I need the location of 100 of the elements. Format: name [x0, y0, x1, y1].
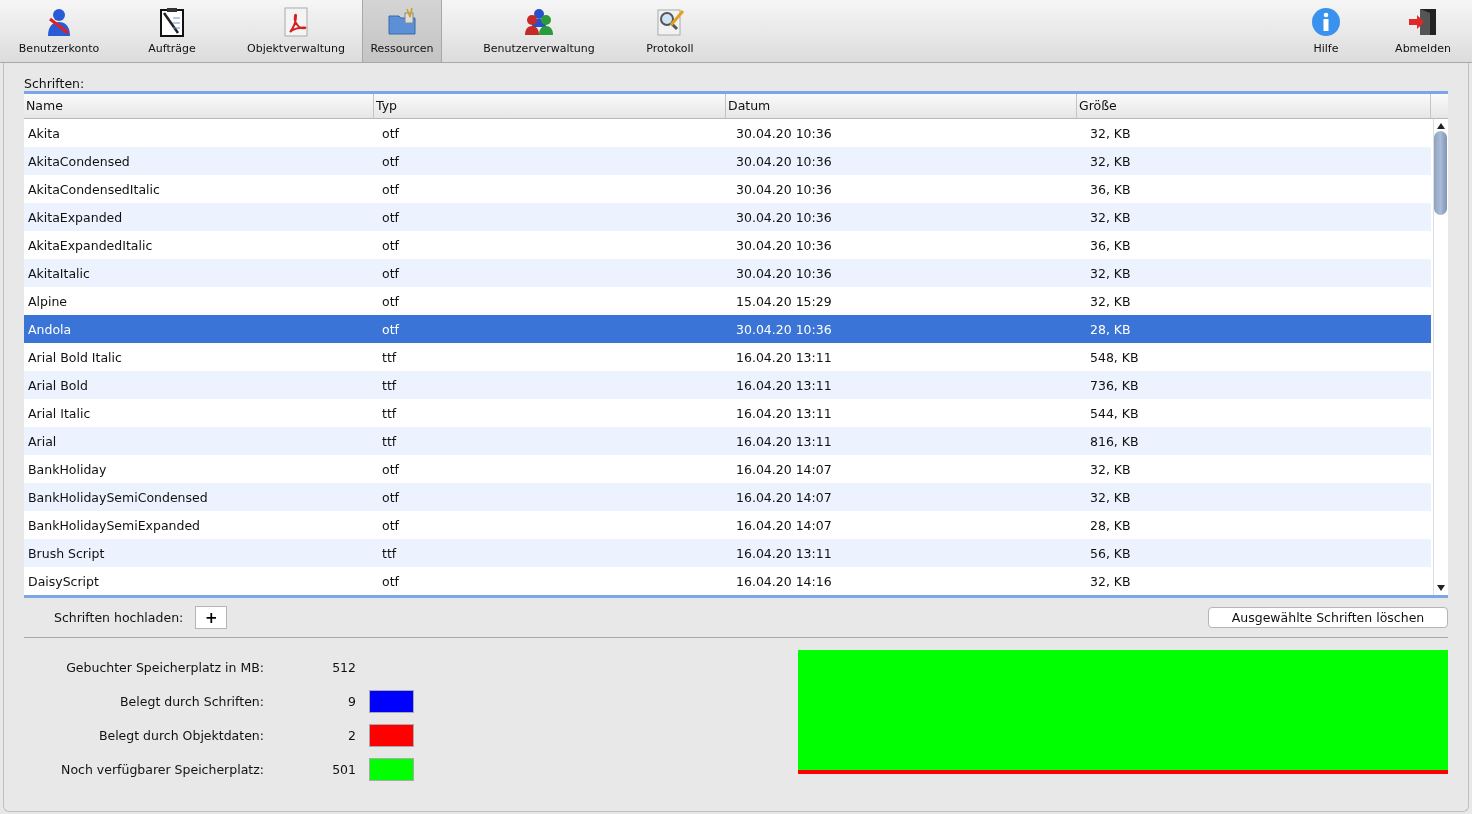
table-cell-text: BankHolidaySemiCondensed	[27, 489, 209, 505]
table-cell-text: 32, KB	[1089, 293, 1132, 309]
table-row[interactable]: BankHolidaySemiCondensed otf 16.04.20 14:07 32, KB	[24, 483, 1431, 511]
table-cell-text: 15.04.20 15:29	[735, 293, 833, 309]
table-cell-text: 32, KB	[1089, 125, 1132, 141]
table-cell-text: 30.04.20 10:36	[735, 125, 833, 141]
storage-label: Noch verfügbarer Speicherplatz:	[60, 761, 264, 777]
table-cell-text: 736, KB	[1089, 377, 1140, 393]
storage-value: 9	[347, 693, 356, 709]
storage-label: Gebuchter Speicherplatz in MB:	[65, 659, 264, 675]
table-cell-text: ttf	[381, 545, 398, 561]
scroll-thumb[interactable]	[1434, 131, 1447, 215]
table-cell-text: 16.04.20 13:11	[735, 349, 833, 365]
table-cell-text: 816, KB	[1089, 433, 1140, 449]
column-header[interactable]: Typ	[374, 94, 726, 118]
scrollbar[interactable]	[1433, 119, 1447, 595]
section-title: Schriften:	[24, 77, 86, 91]
table-cell-text: otf	[381, 153, 400, 169]
table-cell-text: 16.04.20 13:11	[735, 433, 833, 449]
scroll-up-icon[interactable]	[1436, 123, 1445, 129]
table-cell-text: 548, KB	[1089, 349, 1140, 365]
table-cell-text: ttf	[381, 377, 398, 393]
table-row[interactable]: Arial Bold ttf 16.04.20 13:11 736, KB	[24, 371, 1431, 399]
table-cell-text: otf	[381, 573, 400, 589]
table-cell-text: AkitaExpanded	[27, 209, 124, 225]
info-icon	[1311, 7, 1341, 37]
table-cell-text: AkitaCondensedItalic	[27, 181, 161, 197]
table-cell-text: otf	[381, 125, 400, 141]
table-cell-text: otf	[381, 209, 400, 225]
table-cell-text: Akita	[27, 125, 61, 141]
storage-label: Belegt durch Objektdaten:	[97, 727, 264, 743]
table-cell-text: Arial Bold Italic	[27, 349, 123, 365]
table-cell-text: otf	[381, 489, 400, 505]
toolbar-button[interactable]: Aufträge	[114, 0, 230, 62]
toolbar-button[interactable]: Hilfe	[1278, 0, 1374, 62]
table-cell-text: 36, KB	[1089, 237, 1132, 253]
table-row[interactable]: Andola otf 30.04.20 10:36 28, KB	[24, 315, 1431, 343]
table-cell-text: 36, KB	[1089, 181, 1132, 197]
upload-button[interactable]: +	[195, 606, 228, 629]
column-header[interactable]: Datum	[726, 94, 1077, 118]
table-row[interactable]: AkitaExpanded otf 30.04.20 10:36 32, KB	[24, 203, 1431, 231]
table-cell-text: 30.04.20 10:36	[735, 153, 833, 169]
table-cell-text: otf	[381, 265, 400, 281]
table-cell-text: Alpine	[27, 293, 69, 309]
toolbar-button[interactable]: Objektverwaltung	[230, 0, 362, 62]
table-cell-text: otf	[381, 461, 400, 477]
clipboard-icon	[158, 7, 186, 37]
delete-button[interactable]: Ausgewählte Schriften löschen	[1208, 607, 1448, 628]
upload-label: Schriften hochladen:	[54, 610, 184, 625]
column-header[interactable]: Name	[24, 94, 374, 118]
magnifier-pencil-icon	[655, 7, 685, 37]
table-cell-text: ttf	[381, 433, 398, 449]
table-cell-text: AkitaItalic	[27, 265, 91, 281]
table-cell-text: BankHoliday	[27, 461, 108, 477]
table-cell-text: 32, KB	[1089, 573, 1132, 589]
table-row[interactable]: Brush Script ttf 16.04.20 13:11 56, KB	[24, 539, 1431, 567]
table-cell-text: otf	[381, 517, 400, 533]
toolbar-button[interactable]: Abmelden	[1374, 0, 1472, 62]
table-row[interactable]: Arial ttf 16.04.20 13:11 816, KB	[24, 427, 1431, 455]
table-cell-text: 30.04.20 10:36	[735, 209, 833, 225]
table-cell-text: Andola	[27, 321, 73, 337]
storage-value: 2	[347, 727, 356, 743]
table-cell-text: BankHolidaySemiExpanded	[27, 517, 202, 533]
table-cell-text: 28, KB	[1089, 321, 1132, 337]
table-cell-text: 32, KB	[1089, 489, 1132, 505]
scroll-down-icon[interactable]	[1436, 585, 1445, 591]
table-cell-text: 30.04.20 10:36	[735, 265, 833, 281]
table-cell-text: 32, KB	[1089, 153, 1132, 169]
table-cell-text: 32, KB	[1089, 265, 1132, 281]
table-cell-text: DaisyScript	[27, 573, 100, 589]
toolbar-button[interactable]: Ressourcen	[362, 0, 442, 62]
column-header[interactable]: Größe	[1077, 94, 1431, 118]
table-cell-text: 16.04.20 14:07	[735, 461, 833, 477]
table-cell-text: Brush Script	[27, 545, 106, 561]
table-cell-text: 16.04.20 14:07	[735, 517, 833, 533]
table-cell-text: Arial Italic	[27, 405, 92, 421]
toolbar-button[interactable]: Benutzerverwaltung	[442, 0, 636, 62]
table-cell-text: 16.04.20 14:07	[735, 489, 833, 505]
table-cell-text: 30.04.20 10:36	[735, 181, 833, 197]
table-cell-text: 32, KB	[1089, 461, 1132, 477]
toolbar-button[interactable]: Benutzerkonto	[4, 0, 114, 62]
users-icon	[523, 7, 555, 37]
pdf-document-icon	[283, 7, 309, 37]
folder-icon	[387, 7, 417, 37]
storage-value: 512	[331, 659, 356, 675]
table-cell-text: Arial	[27, 433, 58, 449]
table-row[interactable]: AkitaItalic otf 30.04.20 10:36 32, KB	[24, 259, 1431, 287]
table-cell-text: 16.04.20 14:16	[735, 573, 833, 589]
toolbar-button[interactable]: Protokoll	[636, 0, 704, 62]
table-cell-text: ttf	[381, 349, 398, 365]
table-cell-text: 16.04.20 13:11	[735, 545, 833, 561]
table-cell-text: 28, KB	[1089, 517, 1132, 533]
door-arrow-icon	[1407, 7, 1439, 37]
storage-label: Belegt durch Schriften:	[119, 693, 264, 709]
table-cell-text: 16.04.20 13:11	[735, 405, 833, 421]
table-row[interactable]: AkitaCondensed otf 30.04.20 10:36 32, KB	[24, 147, 1431, 175]
table-cell-text: ttf	[381, 405, 398, 421]
table-cell-text: otf	[381, 321, 400, 337]
table-cell-text: AkitaExpandedItalic	[27, 237, 154, 253]
table-cell-text: 32, KB	[1089, 209, 1132, 225]
